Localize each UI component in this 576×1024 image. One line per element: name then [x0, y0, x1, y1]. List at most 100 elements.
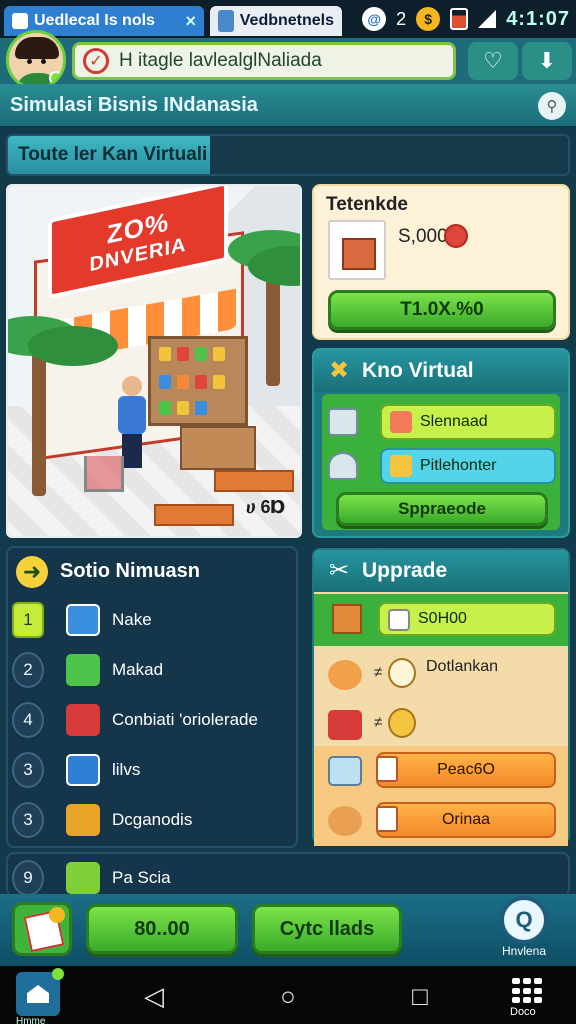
kno-virtual-panel: ✖ Kno Virtual Slennaad Pitlehonter Sppra… [312, 348, 570, 538]
list-item[interactable]: 2 Makad [8, 646, 298, 694]
home-app-button[interactable] [16, 968, 64, 1016]
option-pill-2[interactable]: Pitlehonter [380, 448, 556, 484]
upgrade-row-label: Dotlankan [426, 658, 499, 675]
download-arrow-icon: ⬇ [537, 48, 557, 73]
monitor-icon [66, 604, 100, 636]
item-label: Conbiati 'oriolerade [112, 710, 258, 729]
search-icon[interactable]: ⚲ [538, 92, 566, 120]
list-item[interactable]: 3 Dcganodis [8, 796, 298, 844]
trade-buy-button[interactable]: T1.0X.%0 [328, 290, 556, 330]
upgrade-row[interactable]: Orinaa [314, 796, 568, 846]
item-label: Nake [112, 610, 152, 629]
report-button[interactable] [12, 902, 72, 956]
counter [180, 426, 256, 470]
item-label: Makad [112, 660, 164, 679]
home-label: Hmme [16, 1016, 46, 1024]
shopkeeper-figure [118, 376, 146, 468]
upgrade-cost-pill[interactable]: S0H00 [378, 602, 556, 636]
tab-title: Uedlecal Is nols [34, 12, 155, 29]
item-label: lilvs [112, 760, 141, 779]
red-box-icon [328, 710, 362, 740]
upgrade-row[interactable]: ≠ Dotlankan [314, 650, 568, 700]
search-bar[interactable]: ✓ H itagle lavlealglNaliada [72, 42, 456, 80]
chrome-icon: @ [362, 7, 387, 31]
upgrade-panel: ✂ Upprade S0H00 ≠ Dotlankan ≠ Peac6O Ori… [312, 548, 570, 846]
upgrade-option-button[interactable]: Peac6O [376, 752, 556, 788]
option-pill-1[interactable]: Slennaad [380, 404, 556, 440]
search-text: H itagle lavlealglNaliada [119, 50, 322, 71]
coin-notification-icon: $ [416, 7, 441, 31]
list-item[interactable]: 3 lilvs [8, 746, 298, 794]
clock: 4:1:07 [506, 7, 570, 30]
cube-icon [328, 756, 362, 786]
shopping-cart-icon [84, 456, 124, 492]
store-illustration: ZO% DNVERIA ሀ 6Ɒ [6, 184, 302, 538]
coin-icon [444, 224, 468, 248]
balance-button[interactable]: 80..00 [86, 904, 238, 954]
kno-title: Kno Virtual [362, 359, 474, 382]
apps-label: Doco [510, 1006, 536, 1018]
heart-icon: ♡ [483, 48, 503, 73]
wrench-icon: ✂ [328, 557, 350, 584]
upgrade-row[interactable]: ≠ [314, 700, 568, 750]
list-item[interactable]: 4 Conbiati 'oriolerade [8, 696, 298, 744]
upgrade-header: ✂ Upprade [314, 550, 568, 592]
upgrade-row[interactable]: Peac6O [314, 746, 568, 796]
item-number: 4 [12, 702, 44, 738]
online-badge-icon [49, 71, 63, 85]
target-icon [328, 806, 362, 836]
item-number: 1 [12, 602, 44, 638]
favorite-button[interactable]: ♡ [468, 42, 518, 80]
tools-icon: ✖ [328, 357, 350, 384]
arrow-right-icon[interactable]: ➜ [16, 556, 48, 588]
tab-favicon-icon [12, 13, 28, 29]
avatar[interactable] [6, 30, 66, 90]
trade-panel: Tetenkde S,000 T1.0X.%0 [312, 184, 570, 340]
jar-icon [390, 455, 412, 477]
mini-item-icon [376, 806, 398, 832]
browser-tab[interactable]: Vedbnetnels [210, 6, 342, 36]
signal-icon [478, 10, 497, 28]
envelope-icon [66, 654, 100, 686]
close-tab-icon[interactable]: × [185, 11, 196, 32]
upgrade-button[interactable]: Sppraeode [336, 492, 548, 526]
cup-icon [328, 408, 358, 436]
notification-count: 2 [396, 8, 407, 29]
upgrade-cost: S0H00 [418, 610, 467, 627]
app-title-bar: Simulasi Bisnis INdanasia ⚲ [0, 84, 576, 128]
check-icon: ✓ [83, 48, 109, 74]
item-number: 9 [12, 860, 44, 896]
trade-title: Tetenkde [326, 194, 409, 215]
crate-icon [332, 604, 362, 634]
recents-icon[interactable]: □ [402, 980, 438, 1012]
option-label: Pitlehonter [420, 457, 497, 474]
list-item[interactable]: 1 Nake [8, 596, 298, 644]
coin-icon [388, 658, 416, 688]
bench [154, 504, 234, 526]
item-label: Pa Scia [112, 868, 171, 887]
help-label: Hnvlena [501, 944, 547, 958]
list-header: ➜ Sotio Nimuasn [8, 548, 296, 594]
section-tab[interactable]: Toute ler Kan Virtuali [8, 136, 210, 174]
help-button[interactable]: Q Hnvlena [496, 896, 552, 962]
action-bar: 80..00 Cytc llads Q Hnvlena [0, 894, 576, 966]
status-bar: Uedlecal Is nols × Vedbnetnels @ 2 $ 4:1… [0, 0, 576, 38]
item-label: Dcganodis [112, 810, 193, 829]
upgrade-option-button[interactable]: Orinaa [376, 802, 556, 838]
home-circle-icon[interactable]: ○ [270, 980, 306, 1012]
kno-header: ✖ Kno Virtual [314, 350, 568, 392]
list-continuation: 9 Pa Scia [6, 852, 570, 896]
cup-icon [388, 609, 410, 631]
system-icons: @ 2 $ 4:1:07 [362, 0, 570, 38]
battery-icon [450, 8, 469, 30]
cycle-button[interactable]: Cytc llads [252, 904, 402, 954]
product-thumbnail[interactable] [328, 220, 386, 280]
status-dot-icon [52, 968, 64, 980]
apps-grid-icon[interactable] [512, 978, 542, 1004]
back-icon[interactable]: ◁ [136, 980, 172, 1012]
ticket-icon [66, 862, 100, 894]
help-icon: Q [500, 896, 548, 944]
item-number: 3 [12, 802, 44, 838]
bench [214, 470, 294, 492]
download-button[interactable]: ⬇ [522, 42, 572, 80]
